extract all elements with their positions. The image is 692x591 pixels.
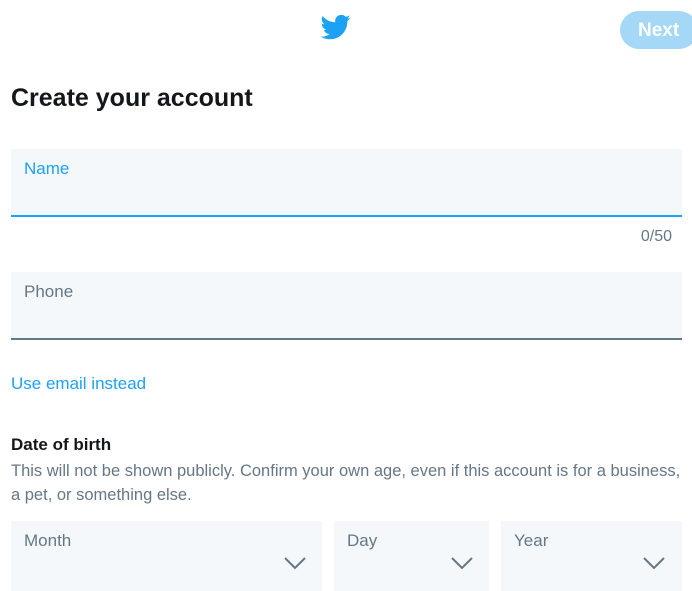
bird-logo-icon [320, 14, 351, 40]
page-title: Create your account [11, 84, 253, 112]
use-email-instead-link[interactable]: Use email instead [11, 374, 146, 394]
year-select[interactable]: Year [501, 521, 682, 591]
month-select[interactable]: Month [11, 521, 322, 591]
name-field[interactable]: Name [11, 149, 682, 217]
dob-heading: Date of birth [11, 435, 112, 454]
phone-field-label: Phone [24, 282, 74, 301]
next-button[interactable]: Next [620, 11, 692, 49]
year-select-label: Year [514, 531, 549, 550]
month-select-label: Month [24, 531, 72, 550]
chevron-down-icon [284, 557, 306, 570]
name-field-label: Name [24, 159, 70, 178]
chevron-down-icon [451, 557, 473, 570]
day-select-label: Day [347, 531, 378, 550]
chevron-down-icon [643, 557, 665, 570]
name-char-counter: 0/50 [640, 228, 672, 245]
dob-description: This will not be shown publicly. Confirm… [11, 462, 681, 504]
phone-field[interactable]: Phone [11, 272, 682, 340]
day-select[interactable]: Day [334, 521, 489, 591]
